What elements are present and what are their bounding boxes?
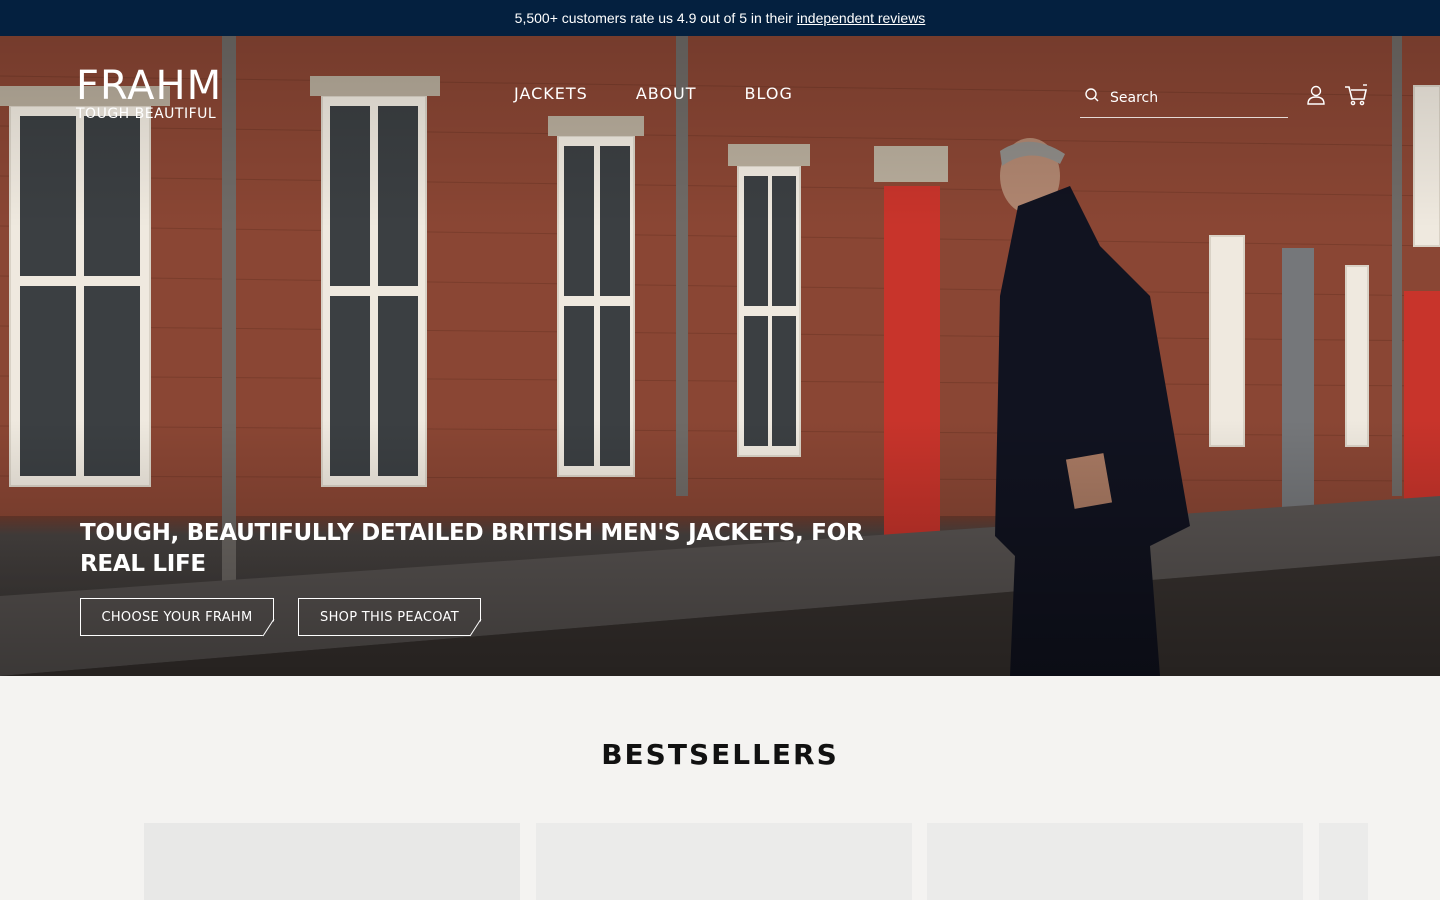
hero-title: TOUGH, BEAUTIFULLY DETAILED BRITISH MEN'… (80, 520, 864, 577)
reviews-link[interactable]: independent reviews (797, 10, 925, 26)
hero-banner (0, 36, 1440, 676)
main-nav: JACKETS ABOUT BLOG (514, 84, 793, 103)
nav-item-jackets[interactable]: JACKETS (514, 84, 588, 103)
announcement-bar: 5,500+ customers rate us 4.9 out of 5 in… (0, 0, 1440, 36)
brand-logo[interactable]: FRAHM TOUGH BEAUTIFUL (76, 63, 223, 122)
product-card[interactable] (536, 823, 912, 900)
product-card[interactable] (144, 823, 520, 900)
bestsellers-title: BESTSELLERS (601, 738, 839, 771)
brand-tagline: TOUGH BEAUTIFUL (76, 106, 217, 122)
nav-item-blog[interactable]: BLOG (745, 84, 793, 103)
choose-your-frahm-button[interactable]: CHOOSE YOUR FRAHM (80, 598, 274, 636)
nav-item-about[interactable]: ABOUT (636, 84, 697, 103)
search-input[interactable] (1110, 89, 1270, 106)
shop-this-peacoat-button[interactable]: SHOP THIS PEACOAT (298, 598, 481, 636)
cart-icon[interactable] (1344, 84, 1368, 113)
account-icon[interactable] (1306, 84, 1326, 111)
announcement-text: 5,500+ customers rate us 4.9 out of 5 in… (514, 10, 793, 26)
hero-overlay (0, 36, 1440, 676)
search-bar[interactable] (1080, 78, 1288, 118)
search-icon[interactable] (1084, 87, 1100, 108)
product-card[interactable] (1319, 823, 1368, 900)
product-card[interactable] (927, 823, 1303, 900)
cta-corner-accent (469, 619, 482, 637)
brand-name: FRAHM (76, 63, 223, 109)
cta-corner-accent (262, 619, 275, 637)
